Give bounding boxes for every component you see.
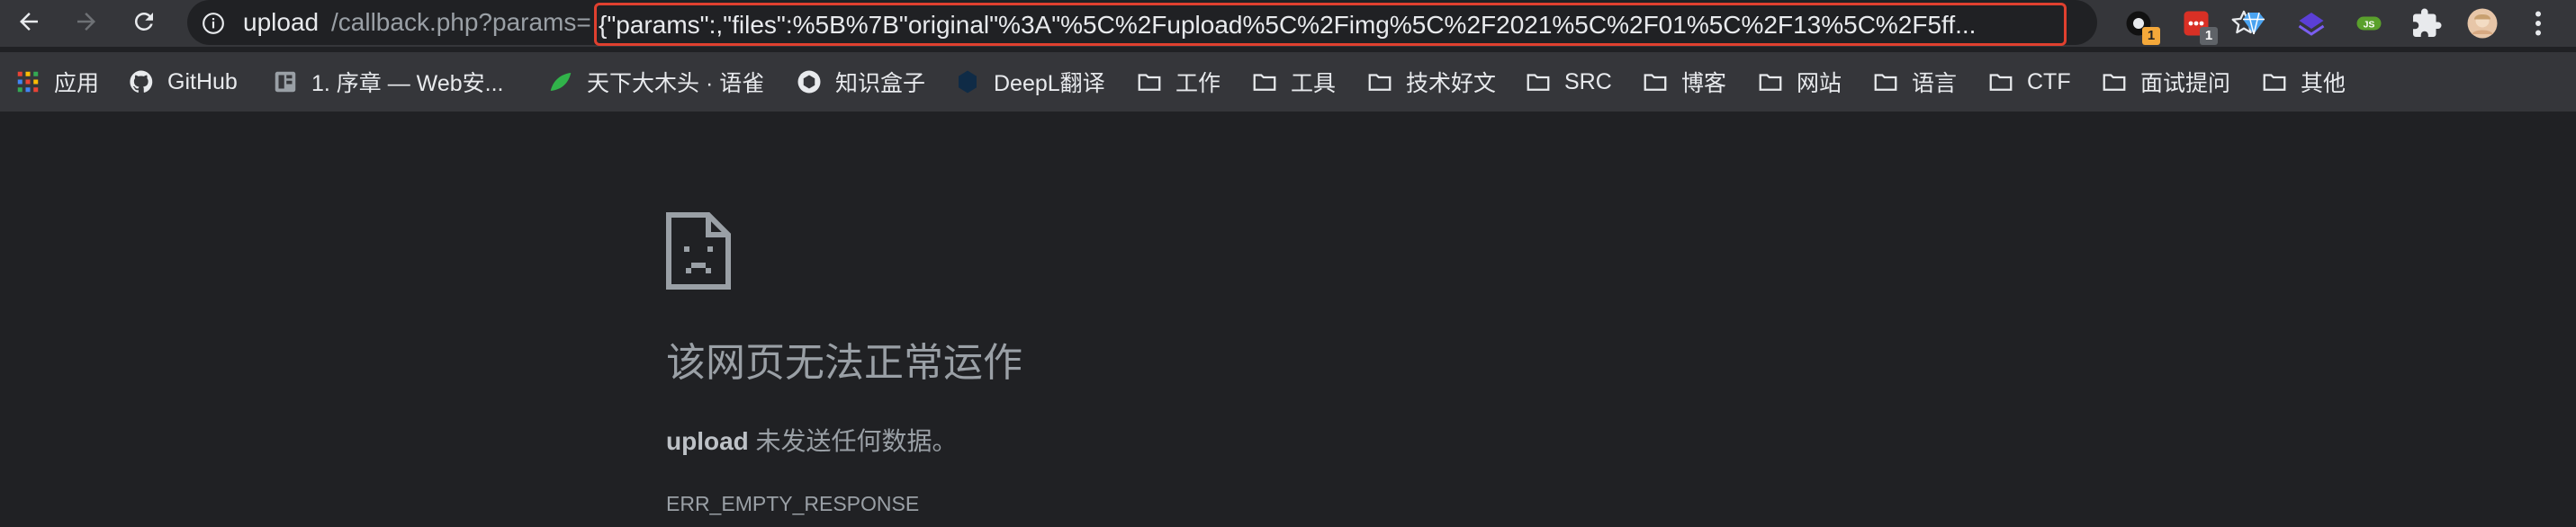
bookmark-folder-interview[interactable]: 面试提问 — [2101, 67, 2230, 97]
error-description: upload 未发送任何数据。 — [666, 426, 958, 457]
ext-badge: 1 — [2142, 27, 2160, 45]
error-code: ERR_EMPTY_RESPONSE — [666, 492, 920, 515]
folder-icon — [1366, 68, 1393, 95]
bookmark-folder-articles[interactable]: 技术好文 — [1366, 67, 1496, 97]
more-vert-icon[interactable] — [2520, 5, 2556, 41]
bookmark-folder-ctf[interactable]: CTF — [1987, 67, 2071, 97]
bookmark-label: 语言 — [1912, 71, 1958, 96]
bookmark-label: SRC — [1564, 68, 1612, 94]
bookmark-knowledge-box[interactable]: 知识盒子 — [796, 67, 925, 97]
browser-toolbar: upload /callback.php?params= {"params":,… — [0, 0, 2576, 47]
bookmark-label: 其他 — [2301, 71, 2346, 96]
folder-icon — [1757, 68, 1784, 95]
bookmark-folder-sites[interactable]: 网站 — [1757, 67, 1842, 97]
sad-page-icon — [666, 212, 731, 290]
bookmark-deepl[interactable]: DeepL翻译 — [954, 67, 1105, 97]
error-title: 该网页无法正常运作 — [666, 341, 1022, 385]
folder-icon — [1872, 68, 1899, 95]
folder-icon — [1525, 68, 1552, 95]
js-ext-icon[interactable]: JS — [2351, 5, 2387, 41]
apps-grid-icon — [14, 68, 41, 95]
layers-ext-icon[interactable] — [2293, 5, 2329, 41]
bookmark-label: 1. 序章 — Web安... — [311, 71, 504, 96]
bookmark-folder-tools[interactable]: 工具 — [1251, 67, 1336, 97]
bookmark-folder-blog[interactable]: 博客 — [1642, 67, 1726, 97]
url-params-highlight: {"params":,"files":%5B%7B"original"%3A"%… — [594, 3, 2067, 46]
folder-icon — [1251, 68, 1278, 95]
circle-ext-icon[interactable]: 1 — [2121, 5, 2160, 45]
bookmark-label: 工作 — [1175, 71, 1221, 96]
folder-icon — [1642, 68, 1669, 95]
bookmark-folder-src[interactable]: SRC — [1525, 67, 1612, 97]
bookmark-label: 网站 — [1797, 71, 1842, 96]
forward-button[interactable] — [67, 2, 106, 41]
url-params: {"params":,"files":%5B%7B"original"%3A"%… — [599, 11, 1977, 39]
bookmark-label: DeepL翻译 — [994, 71, 1105, 96]
bookmark-web-security[interactable]: 1. 序章 — Web安... — [272, 67, 503, 97]
bookmark-label: 面试提问 — [2140, 71, 2231, 96]
folder-icon — [1136, 68, 1163, 95]
url-path: /callback.php?params= — [331, 8, 591, 36]
folder-icon — [2261, 68, 2288, 95]
arrow-right-icon — [77, 13, 95, 31]
bookmark-yuque[interactable]: 天下大木头 · 语雀 — [547, 67, 764, 97]
bookmark-label: 博客 — [1681, 71, 1727, 96]
back-button[interactable] — [9, 2, 49, 41]
bookmarks-bar: 应用 GitHub 1. 序章 — Web安... 天下大木头 · 语雀 知识盒… — [0, 52, 2576, 112]
red-ext-icon[interactable]: 1 — [2178, 5, 2218, 45]
avatar-icon[interactable] — [2464, 5, 2500, 41]
book-icon — [272, 68, 299, 95]
diamond-ext-icon[interactable] — [2236, 5, 2272, 41]
bookmark-github[interactable]: GitHub — [128, 67, 238, 97]
bookmark-label: 应用 — [54, 71, 100, 96]
address-bar[interactable]: upload /callback.php?params= {"params":,… — [187, 0, 2256, 46]
url-host: upload — [243, 8, 320, 36]
folder-icon — [2101, 68, 2128, 95]
reload-button[interactable] — [124, 2, 164, 41]
puzzle-icon[interactable] — [2409, 5, 2445, 41]
bookmark-folder-other[interactable]: 其他 — [2261, 67, 2346, 97]
bookmark-label: 知识盒子 — [835, 71, 926, 96]
bookmark-label: 工具 — [1291, 71, 1337, 96]
bookmark-label: GitHub — [167, 68, 238, 94]
bookmark-label: CTF — [2027, 68, 2071, 94]
github-icon — [128, 68, 155, 95]
error-host: upload — [666, 427, 749, 455]
bookmark-folder-languages[interactable]: 语言 — [1872, 67, 1957, 97]
ext-badge: 1 — [2200, 27, 2218, 45]
folder-icon — [1987, 68, 2014, 95]
info-icon[interactable] — [202, 12, 225, 35]
bookmark-label: 天下大木头 · 语雀 — [587, 71, 765, 96]
bookmark-label: 技术好文 — [1406, 71, 1497, 96]
bookmark-apps[interactable]: 应用 — [14, 67, 99, 97]
bookmark-folder-work[interactable]: 工作 — [1136, 67, 1220, 97]
arrow-left-icon — [20, 13, 38, 31]
reload-icon — [134, 12, 153, 31]
deepl-icon — [954, 68, 981, 95]
svg-text:JS: JS — [2364, 20, 2375, 31]
box-icon — [796, 68, 823, 95]
error-message: 未发送任何数据。 — [748, 427, 958, 455]
leaf-icon — [547, 68, 574, 95]
